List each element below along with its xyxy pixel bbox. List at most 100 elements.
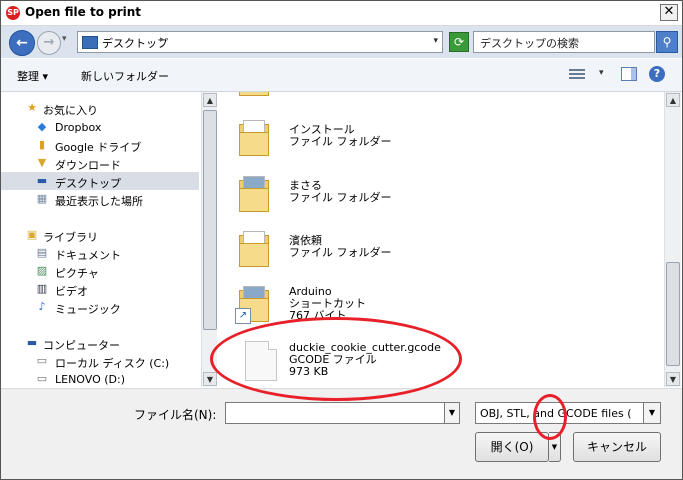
nav-label: Dropbox [55,121,102,134]
breadcrumb-chevron-icon[interactable]: ▸ [160,35,165,45]
folder-icon [239,120,269,156]
nav-item-google-drive[interactable]: ▮ Google ドライブ [1,136,199,155]
view-dropdown-icon[interactable]: ▾ [599,68,604,78]
scroll-down-icon[interactable]: ▼ [666,372,680,386]
close-button[interactable]: ✕ [660,4,678,21]
filetype-select[interactable]: OBJ, STL, and GCODE files ( ▼ [475,402,661,424]
downloads-folder-icon: ▼ [37,156,47,169]
folder-icon [239,176,269,212]
nav-item-music[interactable]: ♪ ミュージック [1,298,199,317]
folder-shortcut-icon: ↗ [235,286,269,324]
help-icon[interactable]: ? [649,66,665,82]
file-type: ファイル フォルダー [289,135,392,148]
nav-item-dropbox[interactable]: ◆ Dropbox [1,118,199,136]
file-list: インストール ファイル フォルダー まさる ファイル フォルダー 濱依頼 ファイ… [217,92,663,387]
nav-label: LENOVO (D:) [55,373,126,386]
music-icon: ♪ [38,300,46,313]
shortcut-arrow-icon: ↗ [235,308,251,324]
nav-label: ミュージック [55,303,121,316]
list-item[interactable]: 濱依頼 ファイル フォルダー [217,225,657,277]
open-file-dialog: SP Open file to print ✕ ← → ▾ デスクトップ ▸ ▾… [0,0,683,480]
nav-libraries[interactable]: ▣ ライブラリ [1,226,199,245]
filename-label: ファイル名(N): [134,408,217,422]
list-item[interactable] [217,92,657,106]
view-list-icon[interactable] [569,67,585,81]
file-type: ファイル フォルダー [289,246,392,259]
pictures-icon: ▨ [36,264,48,277]
preview-pane-icon[interactable] [621,67,637,81]
nav-label: ビデオ [55,285,88,298]
file-list-scrollbar[interactable]: ▲ ▼ [664,92,681,387]
documents-icon: ▤ [36,246,48,259]
dialog-footer: ファイル名(N): ▼ OBJ, STL, and GCODE files ( … [1,388,682,479]
nav-label: Google ドライブ [55,141,142,154]
videos-icon: ▥ [36,282,48,295]
filetype-dropdown-icon[interactable]: ▼ [643,403,660,423]
arrow-right-icon: → [43,35,55,50]
filename-input[interactable] [225,402,445,424]
refresh-icon: ⟳ [453,35,465,49]
scroll-up-icon[interactable]: ▲ [203,93,217,107]
nav-favorites[interactable]: ★ お気に入り [1,99,199,118]
recent-locations-dropdown[interactable]: ▾ [62,34,67,44]
cancel-button[interactable]: キャンセル [573,432,661,462]
list-item[interactable]: インストール ファイル フォルダー [217,114,657,166]
nav-item-recent-places[interactable]: ▦ 最近表示した場所 [1,190,199,209]
scroll-up-icon[interactable]: ▲ [666,93,680,107]
filename-dropdown-icon[interactable]: ▼ [444,402,460,424]
file-info: 濱依頼 ファイル フォルダー [289,235,392,259]
search-input[interactable]: デスクトップの検索 [473,31,655,53]
library-icon: ▣ [26,228,38,241]
drive-icon: ▭ [36,354,48,367]
nav-item-downloads[interactable]: ▼ ダウンロード [1,154,199,173]
app-icon: SP [6,6,20,20]
list-item[interactable]: ↗ Arduino ショートカット 767 バイト [217,280,657,332]
back-button[interactable]: ← [9,30,35,56]
refresh-button[interactable]: ⟳ [449,32,469,52]
address-bar[interactable]: デスクトップ ▸ ▾ [77,31,443,53]
file-type: ファイル フォルダー [289,191,392,204]
open-options-dropdown[interactable]: ▼ [549,432,561,462]
file-info: まさる ファイル フォルダー [289,180,392,204]
address-location[interactable]: デスクトップ [102,35,168,51]
forward-button[interactable]: → [37,31,61,55]
nav-item-local-disk-c[interactable]: ▭ ローカル ディスク (C:) [1,352,199,371]
desktop-icon: ▬ [36,174,48,187]
file-info: インストール ファイル フォルダー [289,124,392,148]
nav-scrollbar[interactable]: ▲ ▼ [201,92,218,387]
open-button[interactable]: 開く(O) [475,432,549,462]
star-icon: ★ [27,101,37,114]
drive-icon: ▭ [36,372,48,385]
nav-label: ローカル ディスク (C:) [55,357,170,370]
list-item[interactable]: duckie_cookie_cutter.gcode GCODE ファイル 97… [217,335,657,387]
nav-item-videos[interactable]: ▥ ビデオ [1,280,199,299]
list-item[interactable]: まさる ファイル フォルダー [217,170,657,222]
nav-item-lenovo-d[interactable]: ▭ LENOVO (D:) [1,370,199,387]
nav-item-documents[interactable]: ▤ ドキュメント [1,244,199,263]
filetype-value: OBJ, STL, and GCODE files ( [480,407,632,420]
nav-label: 最近表示した場所 [55,195,143,208]
desktop-folder-icon [82,36,98,49]
scroll-down-icon[interactable]: ▼ [203,372,217,386]
nav-scroll-thumb[interactable] [203,110,217,330]
new-folder-button[interactable]: 新しいフォルダー [81,68,169,84]
organize-button[interactable]: 整理 ▾ [17,68,48,84]
file-info: duckie_cookie_cutter.gcode GCODE ファイル 97… [289,342,441,378]
nav-label: お気に入り [43,104,98,117]
file-list-scroll-thumb[interactable] [666,262,680,366]
arrow-left-icon: ← [16,35,28,51]
nav-label: デスクトップ [55,177,121,190]
window-title: Open file to print [25,5,142,19]
computer-icon: ▬ [26,336,38,349]
folder-icon [239,231,269,267]
nav-computer[interactable]: ▬ コンピューター [1,334,199,353]
title-bar: SP Open file to print ✕ [1,1,682,26]
address-dropdown-icon[interactable]: ▾ [433,36,438,46]
nav-item-desktop[interactable]: ▬ デスクトップ [1,172,199,190]
search-placeholder: デスクトップの検索 [480,37,579,50]
nav-item-pictures[interactable]: ▨ ピクチャ [1,262,199,281]
command-toolbar: 整理 ▾ 新しいフォルダー ▾ ? [1,59,682,92]
nav-label: コンピューター [43,339,120,352]
search-button[interactable]: ⚲ [656,31,678,53]
nav-label: ピクチャ [55,267,99,280]
